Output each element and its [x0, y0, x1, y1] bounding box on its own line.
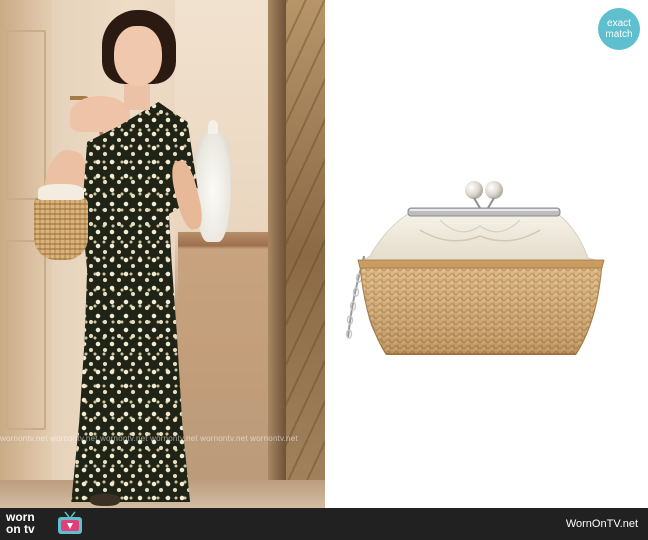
console-table [178, 232, 270, 402]
door-panel-upper [6, 30, 46, 200]
badge-line1: exact [607, 18, 631, 29]
exact-match-badge: exact match [598, 8, 640, 50]
wicker-bag-in-scene [34, 184, 88, 260]
site-url[interactable]: WornOnTV.net [566, 518, 638, 530]
marble-wall [286, 0, 325, 508]
door-panel-lower [6, 240, 46, 430]
footer-bar: worn on tv WornOnTV.net [0, 508, 648, 540]
tv-icon [58, 511, 82, 534]
wornontv-logo[interactable]: worn on tv [4, 511, 86, 537]
face [114, 26, 162, 86]
clasp-pearl-right [485, 181, 503, 199]
scene-photo: wornontv.net wornontv.net wornontv.net w… [0, 0, 325, 508]
watermark-row: wornontv.net wornontv.net wornontv.net w… [0, 434, 298, 443]
wicker-clutch-bag [345, 181, 605, 355]
door-frame [268, 0, 286, 508]
badge-line2: match [605, 29, 633, 40]
logo-line2: on tv [6, 522, 35, 536]
clasp-pearl-left [465, 181, 483, 199]
product-image[interactable] [330, 170, 620, 370]
shoe [90, 494, 120, 506]
